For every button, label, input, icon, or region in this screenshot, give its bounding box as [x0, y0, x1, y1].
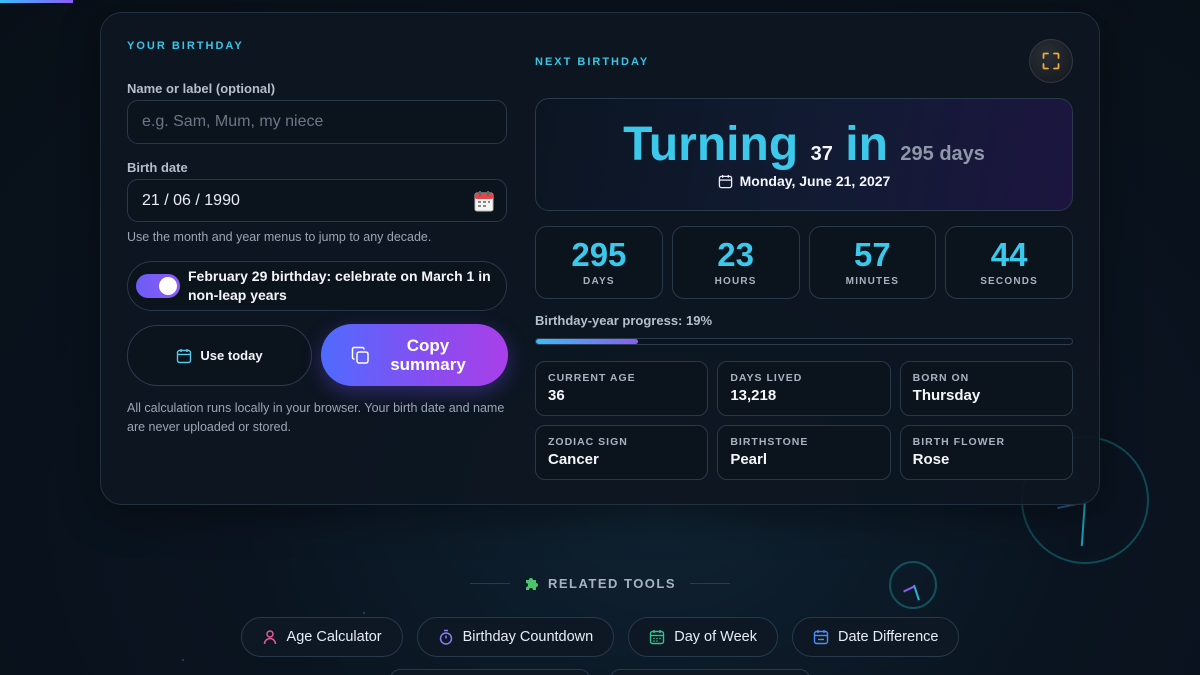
- divider: [469, 582, 510, 584]
- use-today-button[interactable]: Use today: [127, 325, 312, 386]
- countdown-unit: SECONDS: [980, 276, 1039, 287]
- name-placeholder: e.g. Sam, Mum, my niece: [142, 113, 324, 130]
- next-birthday-date-text: Monday, June 21, 2027: [739, 173, 891, 189]
- stat-value: 36: [548, 387, 565, 404]
- stat-born-on: BORN ON Thursday: [899, 361, 1073, 416]
- progress-fill: [536, 339, 638, 344]
- stopwatch-icon: [439, 629, 452, 645]
- puzzle-icon: [525, 578, 538, 590]
- countdown-value: 44: [990, 236, 1028, 273]
- countdown-seconds: 44 SECONDS: [945, 226, 1073, 299]
- birthday-form: YOUR BIRTHDAY Name or label (optional) e…: [127, 13, 509, 504]
- stat-value: Thursday: [912, 387, 981, 404]
- use-today-label: Use today: [200, 348, 263, 363]
- stat-label: BIRTHSTONE: [730, 436, 809, 448]
- countdown-hours: 23 HOURS: [671, 226, 800, 299]
- birthday-year-progress-bar: [535, 338, 1073, 345]
- page-progress-bar: [0, 0, 73, 3]
- decorative-dot: [182, 659, 184, 661]
- stat-label: ZODIAC SIGN: [548, 436, 628, 448]
- person-icon: [263, 630, 276, 645]
- countdown-grid: 295 DAYS 23 HOURS 57 MINUTES 44 SECONDS: [535, 226, 1073, 299]
- copy-icon: [351, 346, 369, 364]
- stat-value: Pearl: [730, 451, 768, 468]
- fullscreen-button[interactable]: [1029, 39, 1073, 83]
- result-section-title: NEXT BIRTHDAY: [535, 56, 650, 68]
- countdown-value: 23: [717, 236, 754, 273]
- leap-year-toggle-label: February 29 birthday: celebrate on March…: [188, 268, 491, 303]
- birth-date-label: Birth date: [127, 160, 188, 175]
- countdown-value: 57: [854, 236, 891, 273]
- related-tools-header: RELATED TOOLS: [0, 575, 1200, 591]
- tool-link-date-difference[interactable]: Date Difference: [791, 617, 960, 657]
- leap-year-toggle-row[interactable]: February 29 birthday: celebrate on March…: [127, 261, 507, 311]
- form-section-title: YOUR BIRTHDAY: [127, 40, 244, 52]
- tool-link-label: Date Difference: [837, 629, 939, 645]
- name-input[interactable]: e.g. Sam, Mum, my niece: [127, 100, 507, 144]
- birth-date-value: 21 / 06 / 1990: [142, 191, 240, 209]
- countdown-unit: HOURS: [714, 276, 757, 287]
- tool-link-label: Day of Week: [674, 629, 757, 645]
- calendar-icon: [177, 348, 192, 363]
- countdown-value: 295: [571, 236, 627, 273]
- calendar-icon: [718, 174, 732, 188]
- related-tools-title: RELATED TOOLS: [547, 575, 677, 591]
- decorative-dot: [363, 612, 365, 614]
- birth-date-hint: Use the month and year menus to jump to …: [127, 230, 432, 244]
- stat-label: BORN ON: [912, 372, 970, 384]
- copy-summary-button[interactable]: Copy summary: [321, 324, 508, 386]
- turning-age: 37: [810, 143, 833, 165]
- tool-link-birthday-countdown[interactable]: Birthday Countdown: [416, 617, 615, 657]
- stat-birth-flower: BIRTH FLOWER Rose: [899, 425, 1073, 480]
- tool-link-label: Birthday Countdown: [462, 629, 594, 645]
- name-label: Name or label (optional): [127, 81, 276, 96]
- in-word: in: [845, 118, 888, 171]
- calendar-grid-icon: [650, 630, 665, 645]
- stat-value: Rose: [912, 451, 950, 468]
- stat-current-age: CURRENT AGE 36: [535, 361, 709, 416]
- birth-date-input[interactable]: 21 / 06 / 1990: [127, 179, 507, 222]
- turning-age-banner: Turning 37 in 295 days Monday, June 21, …: [535, 98, 1073, 211]
- next-birthday-date: Monday, June 21, 2027: [536, 173, 1072, 189]
- stat-zodiac-sign: ZODIAC SIGN Cancer: [535, 425, 709, 480]
- tool-link-label: Age Calculator: [286, 629, 382, 645]
- leap-year-switch[interactable]: [136, 274, 180, 298]
- stat-label: CURRENT AGE: [548, 372, 636, 384]
- countdown-unit: DAYS: [583, 276, 615, 287]
- days-until-text: 295 days: [900, 143, 985, 165]
- related-tools-list: Age Calculator Birthday Countdown Day of…: [0, 617, 1200, 657]
- turning-headline: Turning 37 in 295 days: [536, 117, 1072, 172]
- countdown-days: 295 DAYS: [535, 226, 663, 299]
- calendar-picker-icon[interactable]: [474, 190, 494, 212]
- stat-value: 13,218: [730, 387, 777, 404]
- stat-birthstone: BIRTHSTONE Pearl: [717, 425, 891, 480]
- expand-icon: [1042, 52, 1060, 70]
- countdown-unit: MINUTES: [845, 276, 900, 287]
- divider: [690, 582, 731, 584]
- tool-link-partial[interactable]: [390, 669, 590, 675]
- countdown-minutes: 57 MINUTES: [808, 226, 937, 299]
- stat-label: DAYS LIVED: [730, 372, 803, 384]
- related-tools-second-row: [390, 669, 810, 675]
- calendar-diff-icon: [813, 630, 829, 645]
- tool-link-age-calculator[interactable]: Age Calculator: [240, 617, 403, 657]
- progress-label: Birthday-year progress: 19%: [535, 313, 713, 328]
- birthday-facts-grid: CURRENT AGE 36 DAYS LIVED 13,218 BORN ON…: [535, 361, 1073, 480]
- birthday-calculator-card: YOUR BIRTHDAY Name or label (optional) e…: [100, 12, 1100, 505]
- tool-link-partial[interactable]: [610, 669, 810, 675]
- stat-value: Cancer: [548, 451, 599, 468]
- tool-link-day-of-week[interactable]: Day of Week: [628, 617, 778, 657]
- stat-days-lived: DAYS LIVED 13,218: [717, 361, 891, 416]
- next-birthday-panel: NEXT BIRTHDAY Turning 37 in 295 days Mon…: [535, 13, 1075, 504]
- privacy-note: All calculation runs locally in your bro…: [127, 401, 505, 434]
- copy-summary-label: Copy summary: [390, 336, 466, 374]
- turning-word: Turning: [623, 118, 799, 171]
- stat-label: BIRTH FLOWER: [912, 436, 1006, 448]
